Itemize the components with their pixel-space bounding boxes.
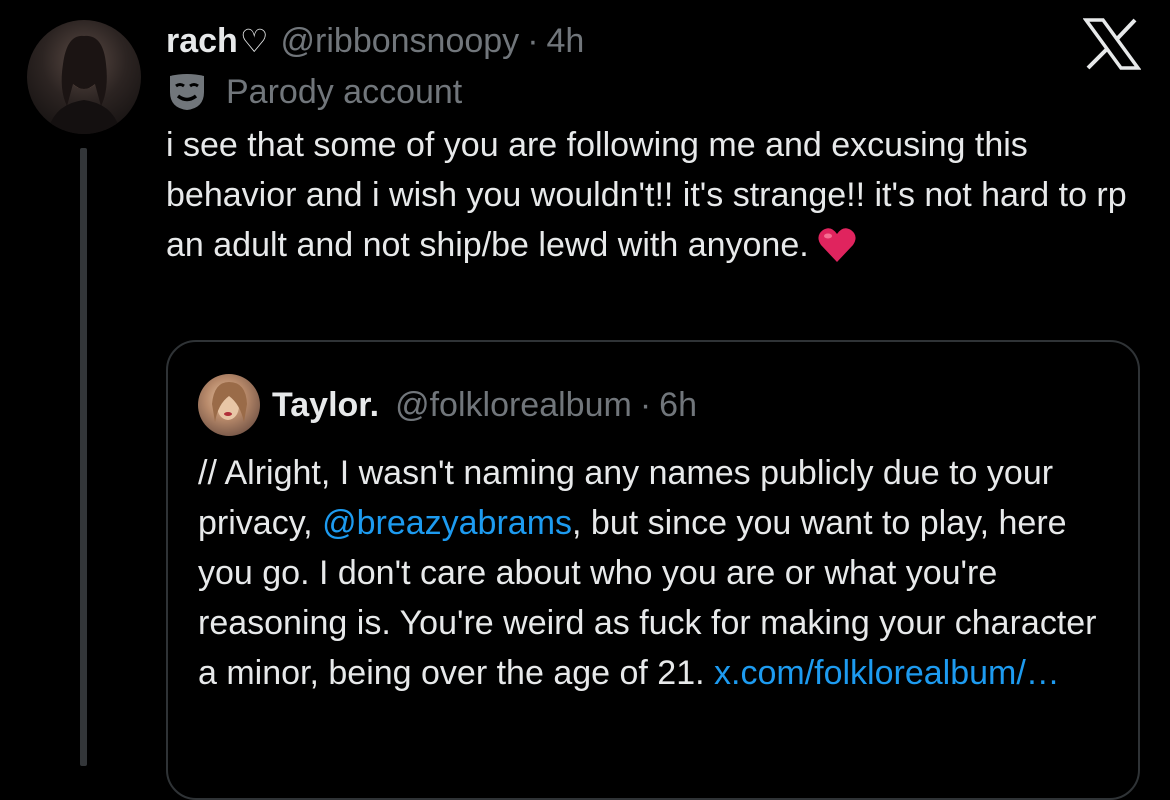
name-heart: ♡ xyxy=(239,23,269,59)
author-handle[interactable]: @ribbonsnoopy xyxy=(281,22,520,61)
parody-account-label: Parody account xyxy=(226,72,463,111)
avatar-photo xyxy=(47,35,121,134)
quoted-tweet-body: // Alright, I wasn't naming any names pu… xyxy=(198,448,1118,698)
tweet-body: i see that some of you are following me … xyxy=(166,120,1156,270)
separator-dot: · xyxy=(527,21,539,60)
quoted-url-link[interactable]: x.com/folklorealbum/… xyxy=(714,654,1060,692)
tweet-text: i see that some of you are following me … xyxy=(166,126,1127,264)
quoted-avatar-photo xyxy=(212,382,247,422)
quoted-author-avatar[interactable] xyxy=(198,374,260,436)
tweet-timestamp[interactable]: 4h xyxy=(547,22,585,61)
parody-mask-icon xyxy=(170,74,204,110)
quoted-display-name[interactable]: Taylor. xyxy=(272,386,379,425)
parody-label-row: Parody account xyxy=(166,70,462,114)
x-logo-icon xyxy=(1083,18,1141,70)
quoted-tweet-header: Taylor. @folklorealbum · 6h xyxy=(272,380,697,430)
quoted-timestamp[interactable]: 6h xyxy=(659,386,697,425)
author-display-name[interactable]: rach xyxy=(166,22,238,61)
tweet-header: rach ♡ @ribbonsnoopy · 4h xyxy=(166,16,584,66)
thread-line xyxy=(80,148,87,766)
heart-emoji xyxy=(818,228,856,262)
mention-link[interactable]: @breazyabrams xyxy=(322,504,572,542)
author-avatar[interactable] xyxy=(27,20,141,134)
quoted-separator-dot: · xyxy=(639,385,652,424)
quoted-handle[interactable]: @folklorealbum xyxy=(395,386,632,425)
